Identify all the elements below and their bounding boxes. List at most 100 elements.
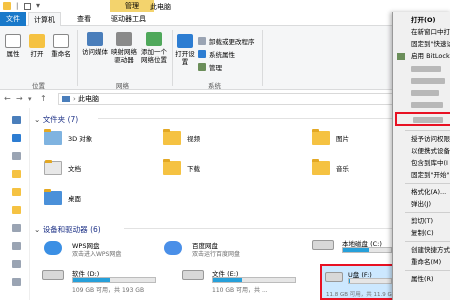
- navigation-pane[interactable]: [0, 108, 30, 300]
- breadcrumb-separator-icon: ›: [73, 95, 76, 103]
- map-network-drive-button[interactable]: 映射网络驱动器: [108, 32, 140, 64]
- menu-item-open-new-window[interactable]: 在新窗口中打: [393, 26, 450, 38]
- menu-item-include-in-library[interactable]: 包含到库中(I: [393, 157, 450, 169]
- folders-section-header[interactable]: ⌄ 文件夹 (7): [34, 114, 394, 125]
- nav-drive-icon[interactable]: [12, 224, 21, 232]
- drive-usage-bar: [348, 278, 392, 284]
- tab-computer[interactable]: 计算机: [28, 12, 61, 26]
- properties-button[interactable]: 属性: [2, 34, 24, 58]
- folder-desktop[interactable]: 桌面: [44, 189, 81, 205]
- access-media-button[interactable]: 访问媒体: [80, 32, 110, 56]
- devices-section-header[interactable]: ⌄ 设备和驱动器 (6): [34, 224, 394, 235]
- drive-f-usb[interactable]: U盘 (F:) 11.8 GB 可用，共 11.9 GB: [320, 264, 396, 300]
- nav-folder-icon[interactable]: [12, 206, 21, 214]
- nav-item-icon[interactable]: [12, 152, 21, 160]
- address-bar[interactable]: › 此电脑: [58, 93, 398, 105]
- folder-videos[interactable]: 视频: [163, 129, 200, 145]
- drive-icon: [182, 270, 204, 280]
- videos-folder-icon: [163, 129, 181, 145]
- drive-c[interactable]: 本地磁盘 (C:): [312, 238, 392, 264]
- program-icon: [198, 37, 206, 45]
- forward-arrow-icon[interactable]: →: [16, 94, 23, 103]
- up-arrow-icon[interactable]: ↑: [40, 94, 47, 103]
- wps-cloud-icon: [44, 241, 62, 255]
- access-media-label: 访问媒体: [82, 48, 108, 56]
- menu-item-grant-access[interactable]: 授予访问权限: [393, 133, 450, 145]
- tab-file[interactable]: 文件: [0, 12, 26, 26]
- blurred-menu-item[interactable]: [411, 66, 441, 72]
- nav-drive-icon[interactable]: [12, 278, 21, 286]
- folder-pictures[interactable]: 图片: [312, 129, 349, 145]
- collapse-chevron-icon[interactable]: ⌄: [34, 225, 40, 234]
- collapse-chevron-icon[interactable]: ⌄: [34, 115, 40, 124]
- device-wps-cloud[interactable]: WPS网盘 双击进入WPS网盘: [42, 240, 152, 262]
- drive-usage-fill: [343, 248, 370, 252]
- nav-folder-icon[interactable]: [12, 170, 21, 178]
- drive-usage-bar: [212, 277, 296, 283]
- nav-drive-icon[interactable]: [12, 242, 21, 250]
- rename-button[interactable]: 重命名: [48, 34, 74, 58]
- folder-3d-objects[interactable]: 3D 对象: [44, 129, 93, 145]
- quick-access-star-icon[interactable]: [12, 116, 21, 124]
- menu-separator: [405, 241, 450, 242]
- blurred-menu-item[interactable]: [411, 78, 445, 84]
- menu-item-pin-to-start[interactable]: 固定到"开始": [393, 169, 450, 181]
- device-baidu-cloud[interactable]: 百度网盘 双击运行百度网盘: [162, 240, 272, 262]
- downloads-folder-icon: [163, 159, 181, 175]
- add-network-location-button[interactable]: 添加一个网络位置: [138, 32, 170, 64]
- drive-e[interactable]: 文件 (E:) 110 GB 可用，共 ...: [182, 268, 302, 296]
- drive-usage-bar: [342, 247, 392, 253]
- menu-item-cut[interactable]: 剪切(T): [393, 215, 450, 227]
- open-button[interactable]: 打开: [26, 34, 48, 58]
- recent-dropdown-icon[interactable]: ▾: [28, 95, 32, 103]
- blurred-menu-item[interactable]: [411, 90, 439, 96]
- menu-separator: [405, 270, 450, 271]
- qat-dropdown-icon[interactable]: ▾: [36, 1, 40, 10]
- drive-size-text: 109 GB 可用，共 193 GB: [72, 287, 145, 294]
- menu-item-create-shortcut[interactable]: 创建快捷方式: [393, 244, 450, 256]
- folder-label: 图片: [336, 135, 349, 143]
- folder-music[interactable]: 音乐: [312, 159, 349, 175]
- nav-drive-icon[interactable]: [12, 260, 21, 268]
- menu-item-open[interactable]: 打开(O): [393, 14, 450, 26]
- folder-downloads[interactable]: 下载: [163, 159, 200, 175]
- folder-label: 桌面: [68, 195, 81, 203]
- blurred-menu-item[interactable]: [411, 102, 443, 108]
- properties-icon: [5, 34, 21, 48]
- menu-item-eject[interactable]: 弹出(J): [393, 198, 450, 210]
- ribbon: 属性 打开 重命名 访问媒体 映射网络驱动器 添加一个网络位置 打开设置 卸载或…: [0, 26, 450, 90]
- context-tab-manage[interactable]: 管理: [110, 0, 154, 12]
- manage-button[interactable]: 管理: [198, 62, 222, 72]
- quick-access-icon[interactable]: [24, 3, 31, 10]
- devices-section-title: 设备和驱动器 (6): [42, 225, 101, 234]
- window-title: 此电脑: [150, 3, 171, 11]
- open-settings-button[interactable]: 打开设置: [174, 34, 196, 66]
- settings-gear-icon: [177, 34, 193, 48]
- computer-icon: [62, 96, 70, 102]
- drive-usage-bar: [72, 277, 156, 283]
- menu-item-pin-quick-access[interactable]: 固定到"快速访: [393, 38, 450, 50]
- nav-folder-icon[interactable]: [12, 188, 21, 196]
- menu-item-copy[interactable]: 复制(C): [393, 227, 450, 239]
- uninstall-program-button[interactable]: 卸载或更改程序: [198, 36, 255, 46]
- folder-label: 3D 对象: [68, 135, 93, 143]
- tab-view[interactable]: 查看: [72, 12, 96, 26]
- tab-drive-tools[interactable]: 驱动器工具: [106, 12, 151, 26]
- system-properties-button[interactable]: 系统属性: [198, 49, 235, 59]
- menu-item-portable-device[interactable]: 以便携式设备: [393, 145, 450, 157]
- uninstall-program-label: 卸载或更改程序: [209, 38, 255, 46]
- back-arrow-icon[interactable]: ←: [4, 94, 11, 103]
- context-menu[interactable]: 打开(O) 在新窗口中打 固定到"快速访 启用 BitLock 授予访问权限 以…: [392, 12, 450, 300]
- properties-label: 属性: [6, 50, 20, 58]
- menu-item-properties[interactable]: 属性(R): [393, 273, 450, 285]
- folder-documents[interactable]: 文档: [44, 160, 81, 175]
- drive-d[interactable]: 软件 (D:) 109 GB 可用，共 193 GB: [42, 268, 162, 296]
- explorer-icon: [3, 2, 11, 10]
- menu-item-rename[interactable]: 重命名(M): [393, 256, 450, 268]
- folders-section-title: 文件夹 (7): [42, 115, 79, 124]
- pictures-folder-icon: [312, 129, 330, 145]
- highlighted-menu-item[interactable]: [395, 112, 450, 126]
- nav-item-icon[interactable]: [12, 134, 21, 142]
- network-location-icon: [146, 32, 162, 46]
- menu-item-format[interactable]: 格式化(A)...: [393, 186, 450, 198]
